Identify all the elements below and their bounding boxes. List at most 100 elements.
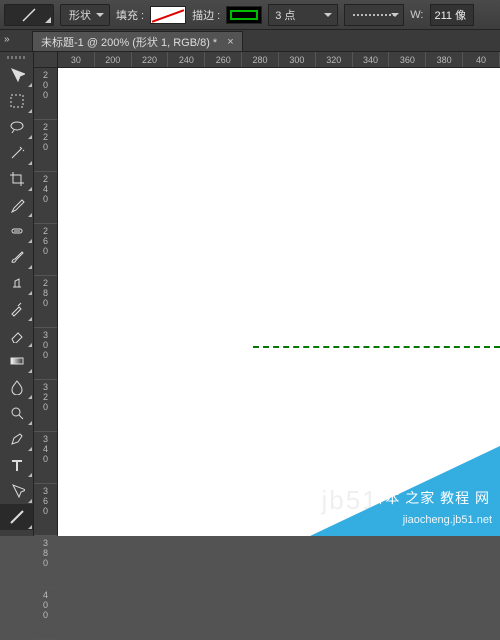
history-brush-tool[interactable]	[0, 296, 33, 322]
blur-tool[interactable]	[0, 374, 33, 400]
line-tool-icon	[9, 509, 25, 525]
flyout-indicator-icon	[28, 473, 32, 477]
brush-tool-icon	[9, 249, 25, 265]
lasso-tool-icon	[9, 119, 25, 135]
watermark: 脚本 之家 教程 网 jiaocheng.jb51.net	[310, 446, 500, 536]
ruler-tick: 40	[463, 52, 500, 67]
flyout-indicator-icon	[28, 291, 32, 295]
flyout-indicator-icon	[28, 421, 32, 425]
magic-wand-tool[interactable]	[0, 140, 33, 166]
ruler-tick: 220	[132, 52, 169, 67]
expand-panels-icon[interactable]: »	[4, 34, 10, 45]
document-tab-row: » 未标题-1 @ 200% (形状 1, RGB/8) * ×	[0, 30, 500, 52]
crop-tool-icon	[9, 171, 25, 187]
ruler-tick: 2 6 0	[34, 224, 57, 276]
ruler-tick: 240	[168, 52, 205, 67]
ruler-tick: 3 0 0	[34, 328, 57, 380]
tool-mode-dropdown[interactable]: 形状	[60, 4, 110, 26]
flyout-indicator-icon	[28, 135, 32, 139]
close-tab-icon[interactable]: ×	[227, 36, 233, 48]
ruler-tick: 3 4 0	[34, 432, 57, 484]
ruler-tick: 200	[95, 52, 132, 67]
healing-brush-tool[interactable]	[0, 218, 33, 244]
line-tool[interactable]	[0, 504, 33, 530]
eraser-tool[interactable]	[0, 322, 33, 348]
flyout-indicator-icon	[28, 265, 32, 269]
magic-wand-tool-icon	[9, 145, 25, 161]
flyout-indicator-icon	[45, 17, 51, 23]
flyout-indicator-icon	[28, 213, 32, 217]
width-field[interactable]	[430, 4, 474, 26]
ruler-horizontal[interactable]: 3020022024026028030032034036038040	[58, 52, 500, 68]
ruler-tick: 3 6 0	[34, 484, 57, 536]
ruler-tick: 2 2 0	[34, 120, 57, 172]
flyout-indicator-icon	[28, 109, 32, 113]
width-label: W:	[410, 9, 423, 21]
flyout-indicator-icon	[28, 395, 32, 399]
options-bar: 形状 填充 : 描边 : 3 点 W:	[0, 0, 500, 30]
flyout-indicator-icon	[28, 343, 32, 347]
watermark-line2: jiaocheng.jb51.net	[403, 514, 492, 526]
gradient-tool[interactable]	[0, 348, 33, 374]
clone-stamp-tool-icon	[9, 275, 25, 291]
ruler-vertical[interactable]: 2 0 02 2 02 4 02 6 02 8 03 0 03 2 03 4 0…	[34, 68, 58, 536]
ruler-tick: 320	[316, 52, 353, 67]
ruler-tick: 360	[389, 52, 426, 67]
move-tool[interactable]	[0, 62, 33, 88]
eraser-tool-icon	[9, 327, 25, 343]
crop-tool[interactable]	[0, 166, 33, 192]
workspace: 3020022024026028030032034036038040 2 0 0…	[0, 52, 500, 536]
flyout-indicator-icon	[28, 317, 32, 321]
dodge-tool-icon	[9, 405, 25, 421]
shape-dashed-line[interactable]	[253, 346, 500, 348]
type-tool-icon	[9, 457, 25, 473]
ruler-tick: 3 8 0	[34, 536, 57, 588]
flyout-indicator-icon	[28, 447, 32, 451]
flyout-indicator-icon	[28, 187, 32, 191]
fill-swatch[interactable]	[150, 6, 186, 24]
marquee-tool[interactable]	[0, 88, 33, 114]
ruler-tick: 2 4 0	[34, 172, 57, 224]
ruler-tick: 300	[279, 52, 316, 67]
flyout-indicator-icon	[28, 369, 32, 373]
ruler-tick: 2 8 0	[34, 276, 57, 328]
eyedropper-tool[interactable]	[0, 192, 33, 218]
dodge-tool[interactable]	[0, 400, 33, 426]
flyout-indicator-icon	[28, 499, 32, 503]
pen-tool-icon	[9, 431, 25, 447]
ruler-tick: 3 2 0	[34, 380, 57, 432]
watermark-line1: 脚本 之家 教程 网	[370, 488, 490, 508]
canvas[interactable]: jb51.net 脚本 之家 教程 网 jiaocheng.jb51.net	[58, 68, 500, 536]
ruler-origin[interactable]	[34, 52, 58, 68]
path-select-tool[interactable]	[0, 478, 33, 504]
blur-tool-icon	[9, 379, 25, 395]
brush-tool[interactable]	[0, 244, 33, 270]
document-tab[interactable]: 未标题-1 @ 200% (形状 1, RGB/8) * ×	[32, 31, 243, 51]
flyout-indicator-icon	[28, 161, 32, 165]
chevron-down-icon	[96, 13, 104, 21]
stroke-width-value: 3 点	[275, 7, 295, 23]
clone-stamp-tool[interactable]	[0, 270, 33, 296]
stroke-swatch[interactable]	[226, 6, 262, 24]
flyout-indicator-icon	[28, 83, 32, 87]
toolbox-grip[interactable]	[0, 52, 33, 62]
toolbox	[0, 52, 34, 536]
lasso-tool[interactable]	[0, 114, 33, 140]
document-area: 3020022024026028030032034036038040 2 0 0…	[34, 52, 500, 536]
chevron-down-icon	[324, 13, 332, 21]
gradient-tool-icon	[9, 353, 25, 369]
dashed-line-icon	[353, 14, 395, 16]
ruler-tick: 280	[242, 52, 279, 67]
stroke-label: 描边 :	[192, 7, 220, 23]
move-tool-icon	[9, 67, 25, 83]
chevron-down-icon	[391, 13, 399, 21]
pen-tool[interactable]	[0, 426, 33, 452]
current-tool-chip[interactable]	[4, 4, 54, 26]
document-tab-title: 未标题-1 @ 200% (形状 1, RGB/8) *	[41, 34, 217, 50]
stroke-style-dropdown[interactable]	[344, 4, 404, 26]
type-tool[interactable]	[0, 452, 33, 478]
flyout-indicator-icon	[28, 525, 32, 529]
ruler-tick: 2 0 0	[34, 68, 57, 120]
ruler-tick: 380	[426, 52, 463, 67]
stroke-width-dropdown[interactable]: 3 点	[268, 4, 338, 26]
